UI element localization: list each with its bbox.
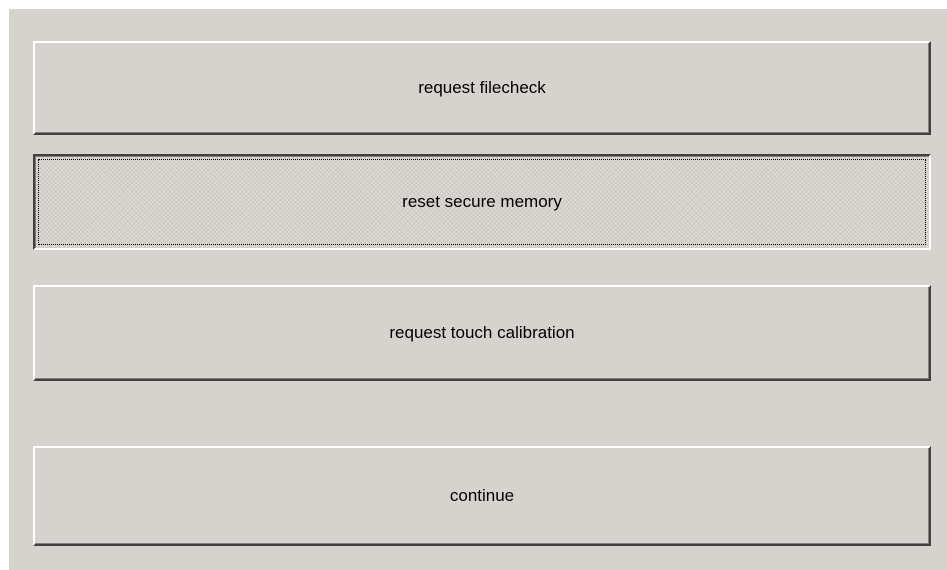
request-touch-calibration-button[interactable]: request touch calibration — [33, 285, 931, 381]
request-filecheck-label: request filecheck — [418, 78, 546, 97]
reset-secure-memory-label: reset secure memory — [402, 192, 562, 211]
reset-secure-memory-button[interactable]: reset secure memory — [33, 154, 931, 250]
continue-label: continue — [449, 486, 515, 505]
dialog-panel: request filecheck reset secure memory re… — [9, 9, 947, 570]
request-filecheck-button[interactable]: request filecheck — [33, 41, 931, 135]
continue-button[interactable]: continue — [33, 446, 931, 546]
request-touch-calibration-label: request touch calibration — [389, 323, 575, 342]
